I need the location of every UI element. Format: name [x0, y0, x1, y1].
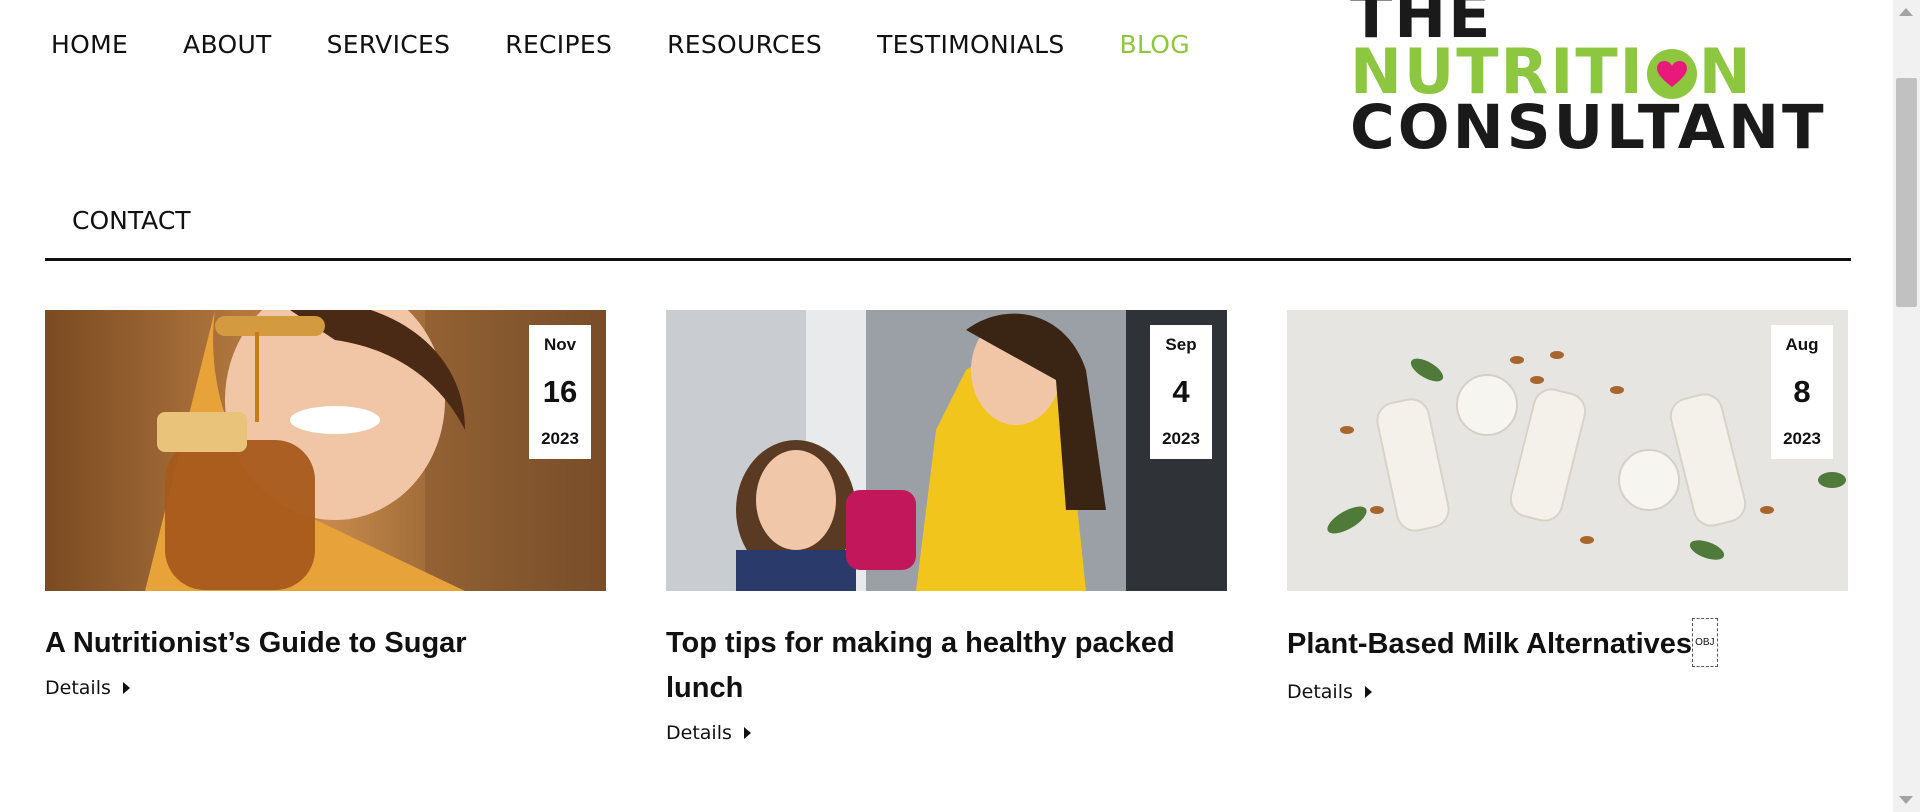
details-link-3[interactable]: Details: [1287, 681, 1372, 703]
date-day: 8: [1793, 374, 1811, 409]
nav-testimonials[interactable]: TESTIMONIALS: [877, 28, 1064, 62]
scroll-up-icon[interactable]: [1899, 8, 1913, 16]
details-label: Details: [1287, 681, 1353, 703]
date-year: 2023: [541, 429, 579, 448]
blog-card-2: Sep 4 2023 Top tips for making a healthy…: [666, 310, 1227, 744]
main-nav: HOME ABOUT SERVICES RECIPES RESOURCES TE…: [51, 28, 1245, 62]
caret-right-icon: [1364, 686, 1372, 698]
details-link-1[interactable]: Details: [45, 677, 130, 699]
caret-right-icon: [743, 727, 751, 739]
nav-contact[interactable]: CONTACT: [72, 206, 191, 235]
post-image-lunch[interactable]: Sep 4 2023: [666, 310, 1227, 591]
post-image-plant-milk[interactable]: Aug 8 2023: [1287, 310, 1848, 591]
nav-services[interactable]: SERVICES: [327, 28, 451, 62]
date-day: 4: [1172, 374, 1190, 409]
nav-resources[interactable]: RESOURCES: [667, 28, 822, 62]
obj-placeholder: OBJ: [1692, 618, 1718, 667]
blog-card-3: Aug 8 2023 Plant-Based Milk Alternatives…: [1287, 310, 1848, 703]
post-title-3[interactable]: Plant-Based Milk Alternatives OBJ: [1287, 618, 1848, 670]
date-month: Aug: [1785, 335, 1819, 354]
nav-divider: [45, 258, 1851, 261]
post-date-1: Nov 16 2023: [529, 325, 591, 459]
scrollbar-thumb[interactable]: [1896, 78, 1917, 307]
details-label: Details: [45, 677, 111, 699]
nav-about[interactable]: ABOUT: [183, 28, 272, 62]
caret-right-icon: [122, 682, 130, 694]
post-image-honey[interactable]: Nov 16 2023: [45, 310, 606, 591]
post-date-3: Aug 8 2023: [1771, 325, 1833, 459]
date-month: Nov: [543, 335, 577, 354]
date-month: Sep: [1165, 335, 1197, 354]
logo-line-3: CONSULTANT: [1350, 92, 1827, 163]
nav-blog[interactable]: BLOG: [1120, 28, 1190, 62]
date-year: 2023: [1162, 429, 1200, 448]
post-title-1[interactable]: A Nutritionist’s Guide to Sugar: [45, 621, 606, 666]
post-date-2: Sep 4 2023: [1150, 325, 1212, 459]
details-link-2[interactable]: Details: [666, 722, 751, 744]
nav-recipes[interactable]: RECIPES: [505, 28, 612, 62]
blog-card-1: Nov 16 2023 A Nutritionist’s Guide to Su…: [45, 310, 606, 699]
heart-icon: [1646, 49, 1697, 99]
date-day: 16: [542, 374, 578, 409]
post-title-3-text: Plant-Based Milk Alternatives: [1287, 628, 1693, 661]
scroll-down-icon[interactable]: [1899, 796, 1913, 804]
site-logo[interactable]: THE NUTRITI N CONSULTANT: [1350, 0, 1846, 168]
details-label: Details: [666, 722, 732, 744]
nav-home[interactable]: HOME: [51, 28, 128, 62]
date-year: 2023: [1783, 429, 1821, 448]
post-title-2[interactable]: Top tips for making a healthy packed lun…: [666, 621, 1227, 711]
